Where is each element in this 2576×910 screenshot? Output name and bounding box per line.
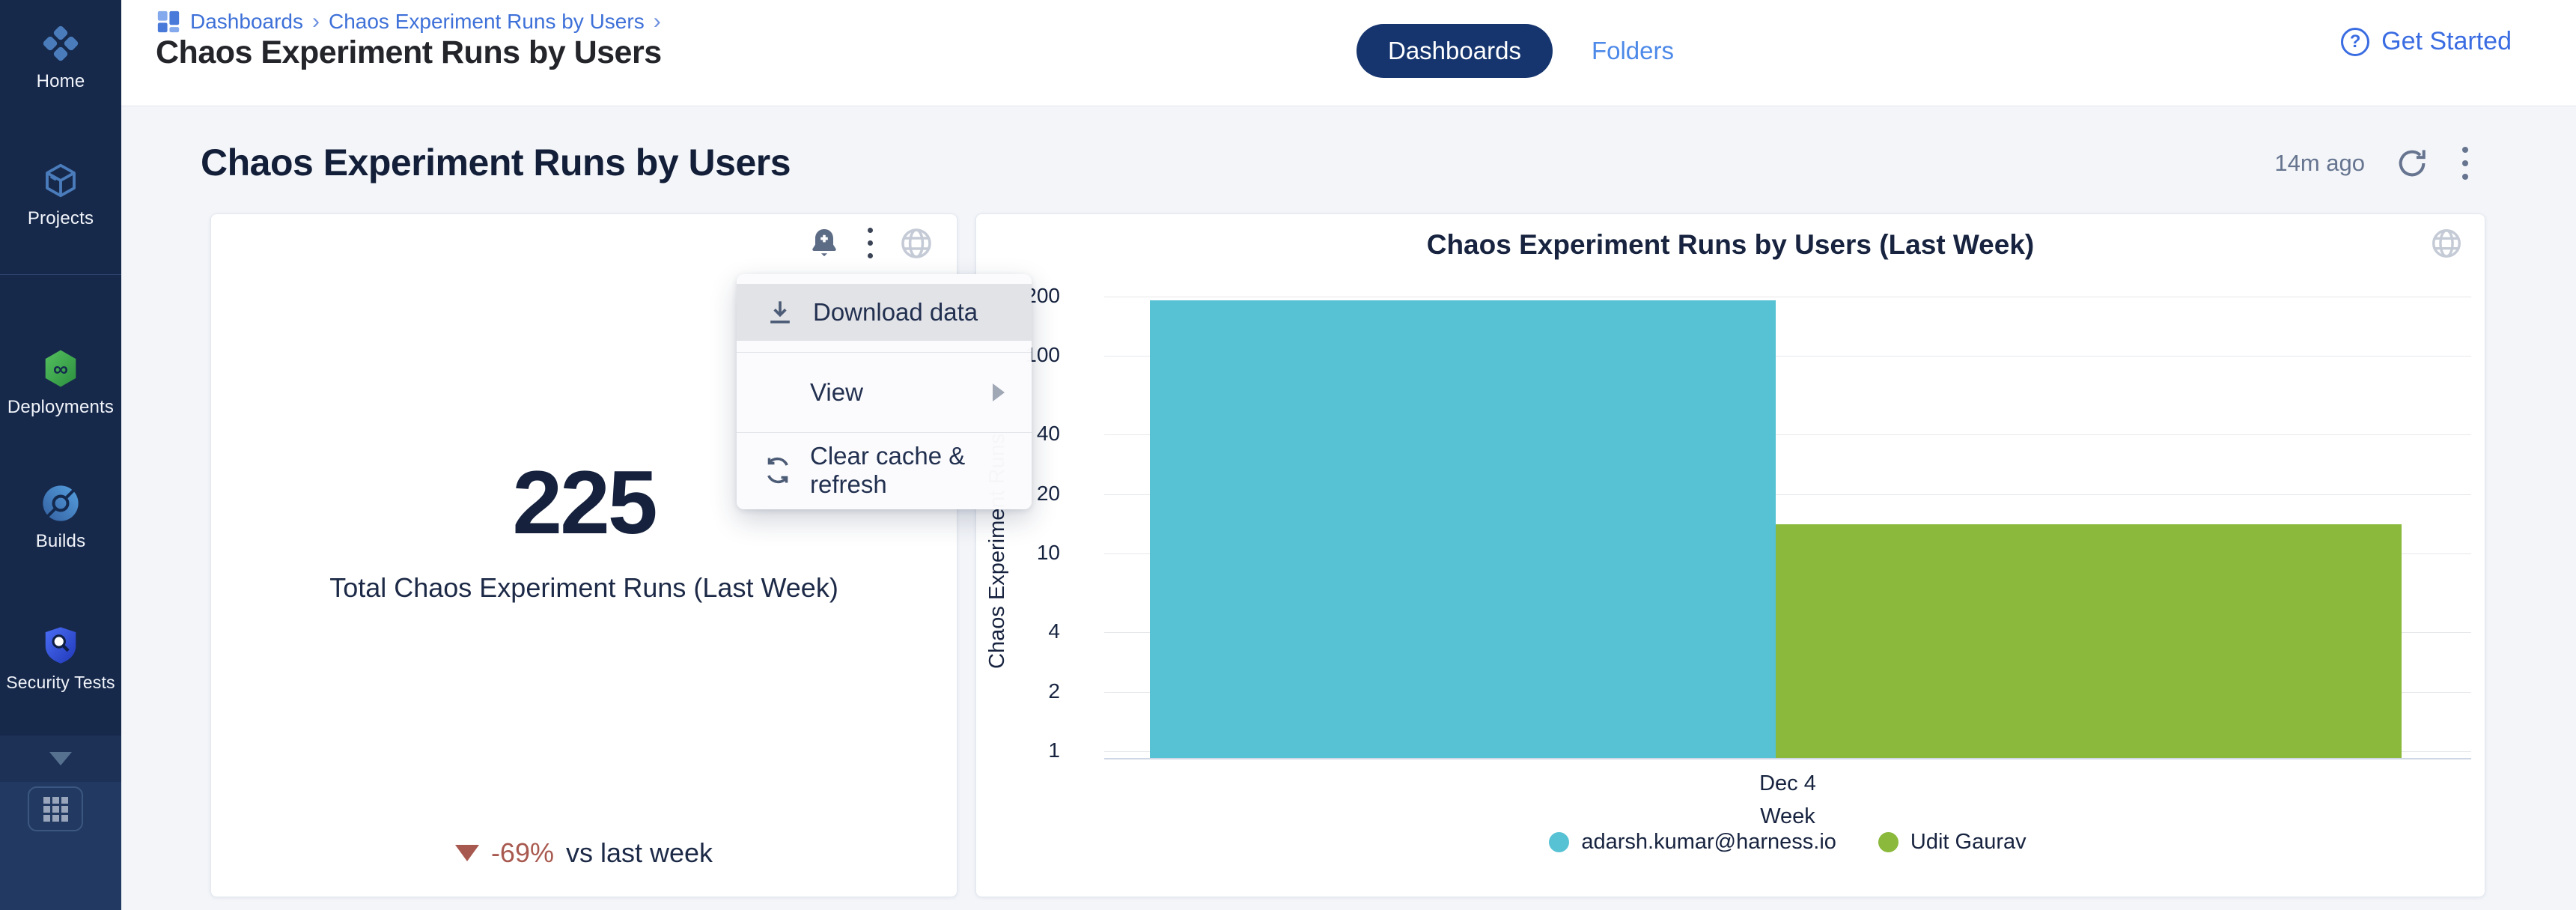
menu-item-label: Download data: [813, 298, 978, 327]
sidebar-item-label: Security Tests: [0, 673, 121, 693]
sidebar-item-security-tests[interactable]: Security Tests: [0, 625, 121, 693]
help-circle-icon: ?: [2341, 28, 2369, 56]
builds-circle-icon: [0, 483, 121, 524]
last-refreshed-label: 14m ago: [2274, 150, 2365, 177]
sidebar: Home Projects ∞ Deployments: [0, 0, 121, 910]
chevron-down-icon: [49, 752, 72, 765]
top-tabs: Dashboards Folders: [1356, 24, 1674, 78]
x-axis-title: Week: [1104, 804, 2471, 829]
legend-item-udit-gaurav[interactable]: Udit Gaurav: [1878, 830, 2027, 855]
delta-row: -69% vs last week: [211, 837, 957, 869]
refresh-icon[interactable]: [2395, 146, 2429, 181]
breadcrumb-link-current[interactable]: Chaos Experiment Runs by Users: [329, 10, 645, 34]
sidebar-item-label: Builds: [0, 531, 121, 552]
sidebar-divider: [0, 274, 121, 275]
breadcrumb-separator-icon: ›: [312, 9, 320, 34]
breadcrumb-separator-icon: ›: [654, 9, 661, 34]
page-title: Chaos Experiment Runs by Users: [156, 34, 662, 71]
tile-kebab-menu-icon[interactable]: [865, 225, 876, 261]
shield-icon: [0, 625, 121, 665]
tab-folders[interactable]: Folders: [1592, 37, 1674, 65]
delta-value: -69%: [491, 837, 554, 869]
svg-text:∞: ∞: [53, 357, 68, 380]
refresh-cycle-icon: [762, 455, 794, 486]
menu-item-clear-cache-refresh[interactable]: Clear cache & refresh: [737, 433, 1032, 508]
dashboard-title: Chaos Experiment Runs by Users: [201, 141, 791, 184]
tile-action-icons: [806, 225, 934, 261]
sidebar-collapse-button[interactable]: [0, 735, 121, 782]
y-axis-tick-label: 1: [976, 738, 1060, 762]
top-header-bar: Dashboards › Chaos Experiment Runs by Us…: [121, 0, 2576, 106]
dashboards-grid-icon: [156, 9, 181, 34]
grid-icon: [43, 797, 68, 822]
chart-bar-udit-gaurav[interactable]: [1776, 524, 2402, 758]
sidebar-item-projects[interactable]: Projects: [0, 160, 121, 229]
sidebar-item-label: Home: [0, 71, 121, 92]
delta-caption: vs last week: [566, 837, 713, 869]
legend-item-adarsh-kumar[interactable]: adarsh.kumar@harness.io: [1549, 830, 1836, 855]
alert-bell-icon[interactable]: [806, 225, 842, 261]
harness-dashboard-app: Home Projects ∞ Deployments: [0, 0, 2576, 910]
download-icon: [764, 296, 797, 329]
dashboard-meta: 14m ago: [2274, 144, 2471, 183]
cube-icon: [0, 160, 121, 201]
chart-plot-area: Dec 4 Week: [1104, 214, 2471, 898]
tab-dashboards[interactable]: Dashboards: [1356, 24, 1553, 78]
x-axis-line: [1104, 758, 2471, 759]
sidebar-item-builds[interactable]: Builds: [0, 483, 121, 552]
sidebar-item-home[interactable]: Home: [0, 23, 121, 92]
sidebar-bottom-panel: [0, 782, 121, 910]
get-started-label: Get Started: [2381, 27, 2512, 56]
total-runs-caption: Total Chaos Experiment Runs (Last Week): [211, 572, 957, 604]
legend-label: Udit Gaurav: [1910, 830, 2027, 855]
menu-item-label: View: [810, 378, 863, 407]
globe-icon[interactable]: [898, 225, 934, 261]
x-axis-tick-label: Dec 4: [1104, 771, 2471, 796]
chart-legend: adarsh.kumar@harness.io Udit Gaurav: [1104, 830, 2471, 855]
module-picker-button[interactable]: [28, 786, 83, 831]
triangle-down-icon: [455, 845, 479, 861]
y-axis-tick-label: 2: [976, 679, 1060, 703]
menu-item-view[interactable]: View: [737, 353, 1032, 432]
menu-item-label: Clear cache & refresh: [810, 442, 1032, 499]
legend-label: adarsh.kumar@harness.io: [1581, 830, 1836, 855]
chart-tile: Chaos Experiment Runs by Users (Last Wee…: [975, 213, 2485, 897]
sidebar-item-label: Projects: [0, 208, 121, 229]
sidebar-item-label: Deployments: [0, 397, 121, 418]
legend-dot-teal-icon: [1549, 832, 1569, 852]
breadcrumb: Dashboards › Chaos Experiment Runs by Us…: [156, 9, 661, 34]
deployments-hexagon-icon: ∞: [0, 348, 121, 389]
chart-bar-adarsh-kumar[interactable]: [1150, 300, 1776, 758]
breadcrumb-link-dashboards[interactable]: Dashboards: [190, 10, 303, 34]
dashboard-kebab-menu-icon[interactable]: [2459, 144, 2471, 183]
menu-item-download-data[interactable]: Download data: [737, 284, 1032, 341]
y-axis-tick-label: 4: [976, 619, 1060, 643]
tile-context-menu: Download data View Clear cache & refresh: [737, 274, 1032, 509]
y-axis-tick-label: 10: [976, 541, 1060, 565]
get-started-button[interactable]: ? Get Started: [2341, 27, 2512, 56]
submenu-caret-right-icon: [993, 383, 1005, 401]
home-icon: [0, 23, 121, 64]
sidebar-item-deployments[interactable]: ∞ Deployments: [0, 348, 121, 418]
legend-dot-green-icon: [1878, 832, 1898, 852]
